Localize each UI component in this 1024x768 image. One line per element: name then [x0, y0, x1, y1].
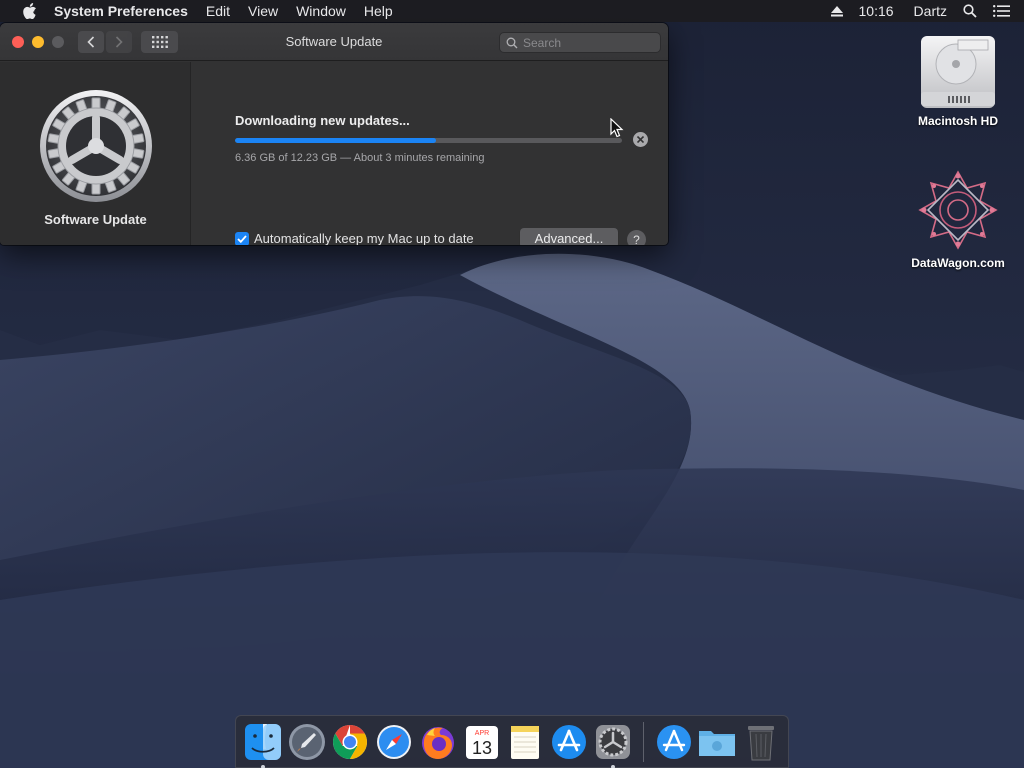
navigation-buttons — [78, 31, 134, 53]
download-progress-detail: 6.36 GB of 12.23 GB — About 3 minutes re… — [235, 152, 485, 164]
dock-chrome[interactable] — [329, 720, 373, 764]
app-store-download-icon — [656, 724, 691, 759]
sidebar-title: Software Update — [44, 212, 147, 227]
desktop-icon-datawagon[interactable]: DataWagon.com — [903, 168, 1013, 270]
dock: APR 13 — [235, 715, 789, 768]
dock-launchpad[interactable] — [285, 720, 329, 764]
close-window-button[interactable] — [12, 36, 24, 48]
apple-menu-icon[interactable] — [18, 0, 42, 22]
minimize-window-button[interactable] — [32, 36, 44, 48]
software-update-window: Software Update Search Software Update D… — [0, 23, 668, 245]
eject-icon[interactable] — [830, 5, 843, 17]
chevron-right-icon — [115, 36, 123, 48]
update-pane: Downloading new updates... 6.36 GB of 12… — [192, 62, 668, 245]
app-store-icon — [552, 724, 587, 759]
window-title-bar[interactable]: Software Update — [0, 23, 668, 61]
dock-finder[interactable] — [241, 720, 285, 768]
close-icon — [637, 136, 644, 143]
dock-trash[interactable] — [739, 720, 783, 764]
pane-sidebar: Software Update — [0, 62, 191, 245]
dock-app-store[interactable] — [547, 720, 591, 764]
desktop-icon-macintosh-hd[interactable]: Macintosh HD — [903, 30, 1013, 128]
firefox-icon — [421, 726, 454, 759]
chrome-icon — [333, 724, 368, 759]
menu-view[interactable]: View — [239, 0, 287, 22]
dock-calendar[interactable]: APR 13 — [460, 720, 504, 764]
menu-app-name[interactable]: System Preferences — [42, 0, 197, 22]
trash-icon — [748, 725, 775, 760]
notification-center-icon[interactable] — [993, 5, 1010, 17]
desktop-icon-label[interactable]: Macintosh HD — [903, 114, 1013, 128]
auto-update-checkbox[interactable] — [235, 231, 249, 245]
dock-notes[interactable] — [504, 720, 548, 764]
datawagon-logo-icon — [918, 170, 998, 250]
dock-downloads-stack[interactable] — [652, 720, 696, 764]
calendar-day: 13 — [472, 738, 492, 758]
download-progress-bar — [235, 138, 622, 143]
checkmark-icon — [237, 234, 247, 243]
spotlight-search-icon[interactable] — [963, 4, 977, 18]
calendar-icon: APR 13 — [465, 725, 498, 759]
download-progress-fill — [235, 138, 437, 143]
forward-button[interactable] — [106, 31, 132, 53]
dock-safari[interactable] — [372, 720, 416, 764]
notes-icon — [511, 725, 540, 759]
desktop-icon-label[interactable]: DataWagon.com — [903, 256, 1013, 270]
download-status-title: Downloading new updates... — [235, 113, 410, 128]
menu-window[interactable]: Window — [287, 0, 355, 22]
dock-system-preferences[interactable] — [591, 720, 635, 768]
running-indicator — [261, 764, 265, 768]
dock-firefox[interactable] — [416, 720, 460, 764]
zoom-window-button[interactable] — [52, 36, 64, 48]
show-all-button[interactable] — [141, 31, 178, 53]
search-icon — [506, 37, 518, 48]
auto-update-option[interactable]: Automatically keep my Mac up to date — [235, 231, 474, 245]
menu-bar: System Preferences Edit View Window Help… — [0, 0, 1024, 22]
advanced-button[interactable]: Advanced... — [520, 228, 618, 245]
calendar-month: APR — [474, 730, 488, 737]
menu-user[interactable]: Dartz — [914, 3, 947, 19]
search-input[interactable] — [523, 35, 653, 50]
search-field[interactable] — [499, 32, 661, 53]
folder-icon — [699, 730, 736, 756]
running-indicator — [611, 764, 615, 768]
menu-edit[interactable]: Edit — [197, 0, 239, 22]
mouse-pointer-icon — [610, 117, 624, 143]
auto-update-label[interactable]: Automatically keep my Mac up to date — [254, 231, 474, 245]
help-button[interactable]: ? — [627, 230, 646, 245]
dock-downloads-folder[interactable] — [696, 720, 740, 764]
system-preferences-icon — [595, 724, 630, 759]
menu-clock[interactable]: 10:16 — [859, 3, 894, 19]
hard-drive-icon — [921, 36, 995, 108]
chevron-left-icon — [87, 36, 95, 48]
launchpad-icon — [288, 723, 325, 760]
cancel-download-button[interactable] — [633, 132, 648, 147]
grid-icon — [151, 36, 168, 48]
dock-separator — [642, 721, 644, 762]
software-update-gear-icon — [38, 88, 154, 204]
safari-icon — [377, 724, 412, 759]
menu-bar-extras: 10:16 Dartz — [823, 0, 1024, 22]
finder-icon — [244, 723, 281, 760]
back-button[interactable] — [78, 31, 104, 53]
menu-help[interactable]: Help — [355, 0, 402, 22]
